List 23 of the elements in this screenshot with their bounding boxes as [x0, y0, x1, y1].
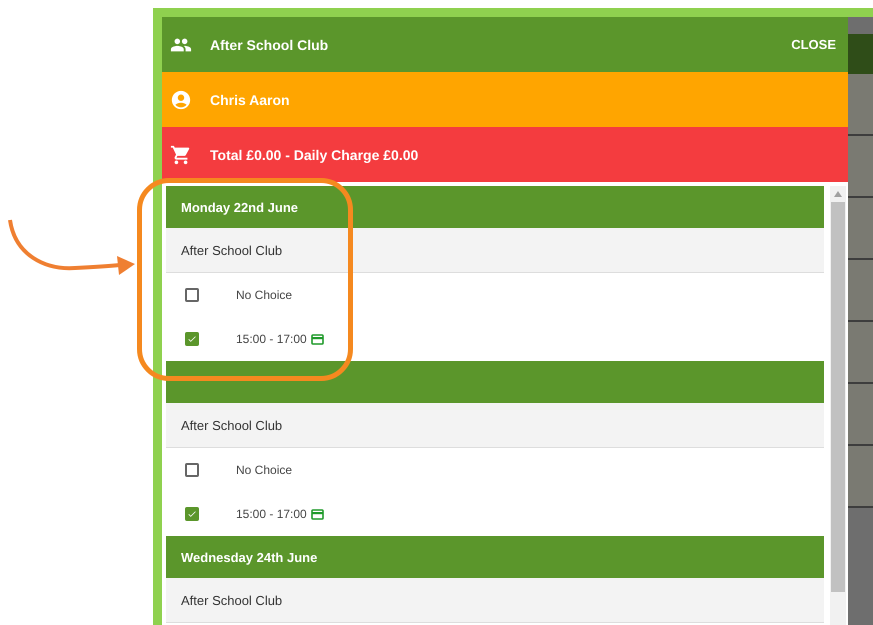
activity-row: After School Club — [166, 403, 824, 448]
checkbox[interactable] — [185, 507, 199, 521]
checkbox[interactable] — [185, 288, 199, 302]
option-label: No Choice — [236, 463, 292, 477]
scrollbar[interactable] — [830, 186, 846, 625]
scroll-up-icon[interactable] — [834, 191, 842, 197]
cart-icon — [170, 144, 192, 166]
total-text: Total £0.00 - Daily Charge £0.00 — [210, 146, 418, 162]
close-button[interactable]: CLOSE — [789, 33, 838, 56]
day-header: Wednesday 24th June — [166, 536, 824, 578]
card-icon — [310, 334, 324, 344]
card-icon — [310, 508, 324, 520]
option-label: 15:00 - 17:00 — [236, 332, 307, 346]
option-label: No Choice — [236, 288, 292, 302]
activity-row: After School Club — [166, 578, 824, 623]
day-header: Monday 22nd June — [166, 186, 824, 228]
checkbox[interactable] — [185, 463, 199, 477]
account-icon — [170, 88, 192, 110]
pupil-name: Chris Aaron — [210, 92, 290, 108]
option-label: 15:00 - 17:00 — [236, 507, 307, 521]
checkbox[interactable] — [185, 332, 199, 346]
dialog-title: After School Club — [210, 36, 328, 52]
activity-row: After School Club — [166, 228, 824, 273]
